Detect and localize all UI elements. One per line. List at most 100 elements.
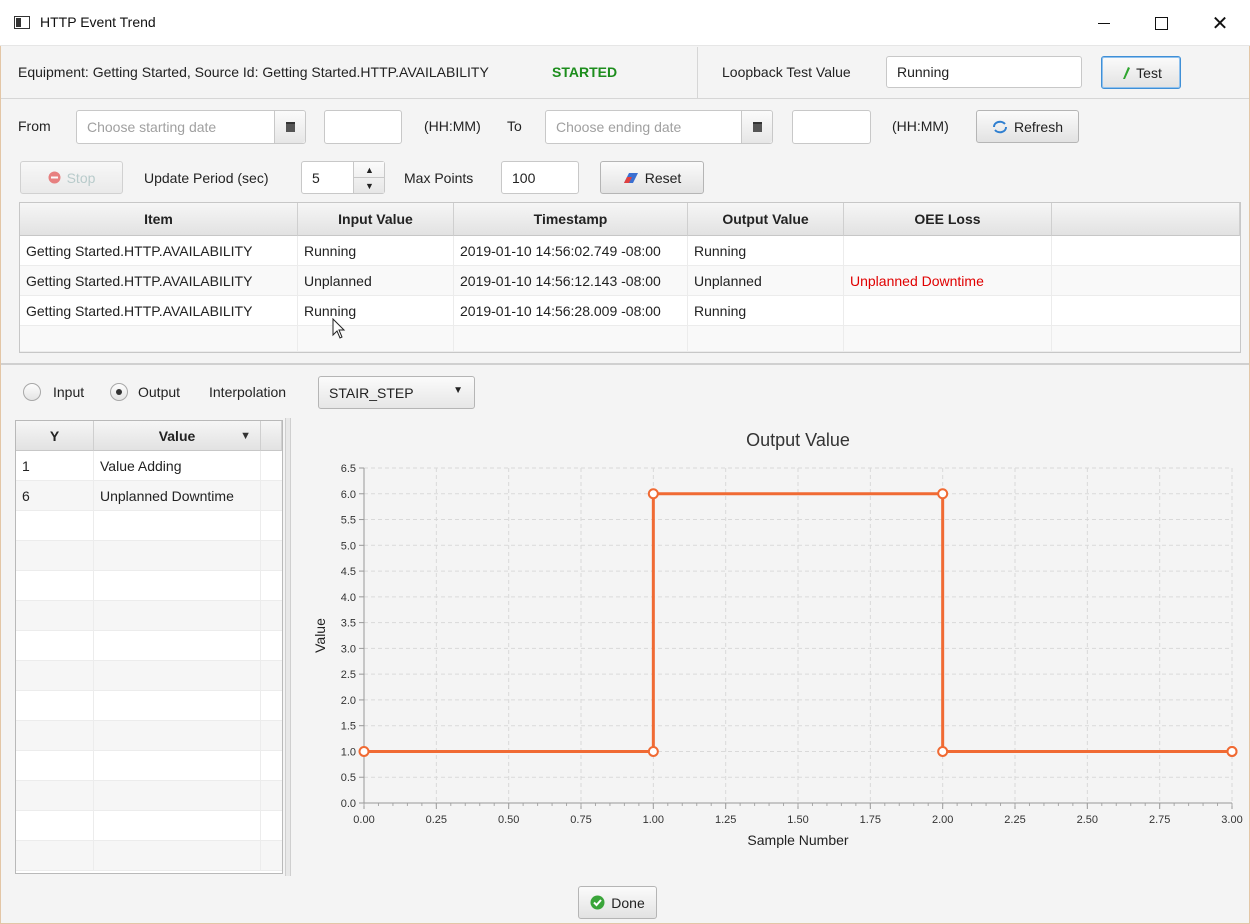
- empty-table-row: [16, 781, 282, 811]
- column-header-value-label: Value: [158, 427, 196, 444]
- cell-value: Value Adding: [94, 451, 261, 481]
- cell-value: [94, 811, 261, 841]
- split-divider[interactable]: [1, 363, 1249, 365]
- x-tick-label: 1.50: [787, 814, 808, 826]
- x-tick-label: 0.75: [570, 814, 591, 826]
- table-row[interactable]: 1 Value Adding: [16, 451, 282, 481]
- empty-table-row: [16, 661, 282, 691]
- reset-button-label: Reset: [644, 169, 682, 186]
- loopback-value-input[interactable]: Running: [886, 56, 1082, 88]
- column-header-input-value[interactable]: Input Value: [298, 203, 454, 236]
- stop-icon: [48, 171, 61, 184]
- column-header-item[interactable]: Item: [20, 203, 298, 236]
- y-tick-label: 0.0: [341, 798, 356, 810]
- y-tick-label: 6.5: [341, 463, 356, 475]
- sort-descending-icon[interactable]: ▼: [240, 430, 251, 442]
- x-tick-label: 2.25: [1004, 814, 1025, 826]
- max-points-label: Max Points: [404, 170, 474, 186]
- minimize-button[interactable]: [1081, 8, 1127, 38]
- output-value-chart: 0.0 0.5 1.0 1.5 2.0 2.5 3.0 3.5 4.0 4.5 5.0 5.5 6.0 6…: [312, 430, 1243, 848]
- column-header-value[interactable]: Value ▼: [94, 421, 261, 451]
- empty-table-row: [16, 631, 282, 661]
- empty-table-row: [16, 721, 282, 751]
- test-button[interactable]: Test: [1101, 56, 1181, 89]
- to-date-picker[interactable]: Choose ending date: [545, 110, 773, 144]
- from-label: From: [18, 118, 51, 134]
- stop-button[interactable]: Stop: [20, 161, 123, 194]
- data-point: [647, 488, 659, 500]
- cell-y: [16, 511, 94, 541]
- data-point: [1226, 745, 1238, 757]
- empty-table-row: [16, 841, 282, 871]
- maximize-button[interactable]: [1138, 8, 1184, 38]
- x-tick-label: 1.25: [715, 814, 736, 826]
- refresh-icon: [992, 120, 1007, 133]
- cell-oee-loss: [844, 236, 1052, 266]
- cell-value: [94, 511, 261, 541]
- cell-output-value: Unplanned: [688, 266, 844, 296]
- title-bar: [0, 0, 1250, 46]
- table-row[interactable]: Getting Started.HTTP.AVAILABILITY Unplan…: [20, 266, 1240, 296]
- cell-input-value: Running: [298, 236, 454, 266]
- value-mapping-table: Y Value ▼ 1 Value Adding 6 Unplanned Downti…: [15, 420, 283, 874]
- cell-value: [94, 841, 261, 871]
- to-date-placeholder: Choose ending date: [556, 119, 682, 135]
- events-table: Item Input Value Timestamp Output Value …: [19, 202, 1241, 353]
- to-time-input[interactable]: [792, 110, 871, 144]
- empty-table-row: [16, 751, 282, 781]
- empty-table-row: [16, 601, 282, 631]
- table-row[interactable]: 6 Unplanned Downtime: [16, 481, 282, 511]
- x-tick-label: 0.00: [353, 814, 374, 826]
- spinner-buttons: ▲ ▼: [353, 162, 385, 193]
- vertical-split-divider[interactable]: [285, 418, 291, 876]
- x-tick-label: 2.50: [1077, 814, 1098, 826]
- y-axis-label: Value: [312, 618, 328, 653]
- y-tick-label: 1.0: [341, 746, 356, 758]
- cell-value: Unplanned Downtime: [94, 481, 261, 511]
- from-date-picker[interactable]: Choose starting date: [76, 110, 306, 144]
- x-tick-label: 1.75: [860, 814, 881, 826]
- cell-item: Getting Started.HTTP.AVAILABILITY: [20, 236, 298, 266]
- test-button-label: Test: [1136, 64, 1162, 81]
- column-header-y[interactable]: Y: [16, 421, 94, 451]
- cell-output-value: Running: [688, 236, 844, 266]
- calendar-icon[interactable]: [741, 111, 772, 143]
- interpolation-select[interactable]: STAIR_STEP ▼: [318, 376, 475, 409]
- empty-table-row: [16, 511, 282, 541]
- cell-y: 6: [16, 481, 94, 511]
- column-header-output-value[interactable]: Output Value: [688, 203, 844, 236]
- cell-y: [16, 781, 94, 811]
- cell-y: [16, 631, 94, 661]
- cell-item: Getting Started.HTTP.AVAILABILITY: [20, 296, 298, 326]
- cell-y: [16, 751, 94, 781]
- x-tick-label: 2.75: [1149, 814, 1170, 826]
- cell-y: [16, 841, 94, 871]
- column-header-oee-loss[interactable]: OEE Loss: [844, 203, 1052, 236]
- close-button[interactable]: ✕: [1197, 8, 1243, 38]
- cell-value: [94, 691, 261, 721]
- max-points-input[interactable]: 100: [501, 161, 579, 194]
- spinner-down-icon[interactable]: ▼: [354, 178, 385, 193]
- cell-y: [16, 571, 94, 601]
- table-row[interactable]: Getting Started.HTTP.AVAILABILITY Runnin…: [20, 236, 1240, 266]
- spinner-up-icon[interactable]: ▲: [354, 162, 385, 178]
- refresh-button[interactable]: Refresh: [976, 110, 1079, 143]
- empty-table-row: [16, 691, 282, 721]
- empty-table-row: [16, 571, 282, 601]
- calendar-icon[interactable]: [274, 111, 305, 143]
- y-tick-label: 5.5: [341, 515, 356, 527]
- output-radio[interactable]: [110, 383, 128, 401]
- input-radio[interactable]: [23, 383, 41, 401]
- table-row[interactable]: Getting Started.HTTP.AVAILABILITY Runnin…: [20, 296, 1240, 326]
- update-period-value: 5: [312, 169, 320, 186]
- from-time-hint: (HH:MM): [424, 118, 481, 134]
- cell-value: [94, 781, 261, 811]
- done-button[interactable]: Done: [578, 886, 657, 919]
- cell-value: [94, 541, 261, 571]
- stop-button-label: Stop: [66, 169, 96, 186]
- from-time-input[interactable]: [324, 110, 402, 144]
- column-header-timestamp[interactable]: Timestamp: [454, 203, 688, 236]
- reset-button[interactable]: Reset: [600, 161, 704, 194]
- column-header-filler: [261, 421, 282, 451]
- cell-y: [16, 811, 94, 841]
